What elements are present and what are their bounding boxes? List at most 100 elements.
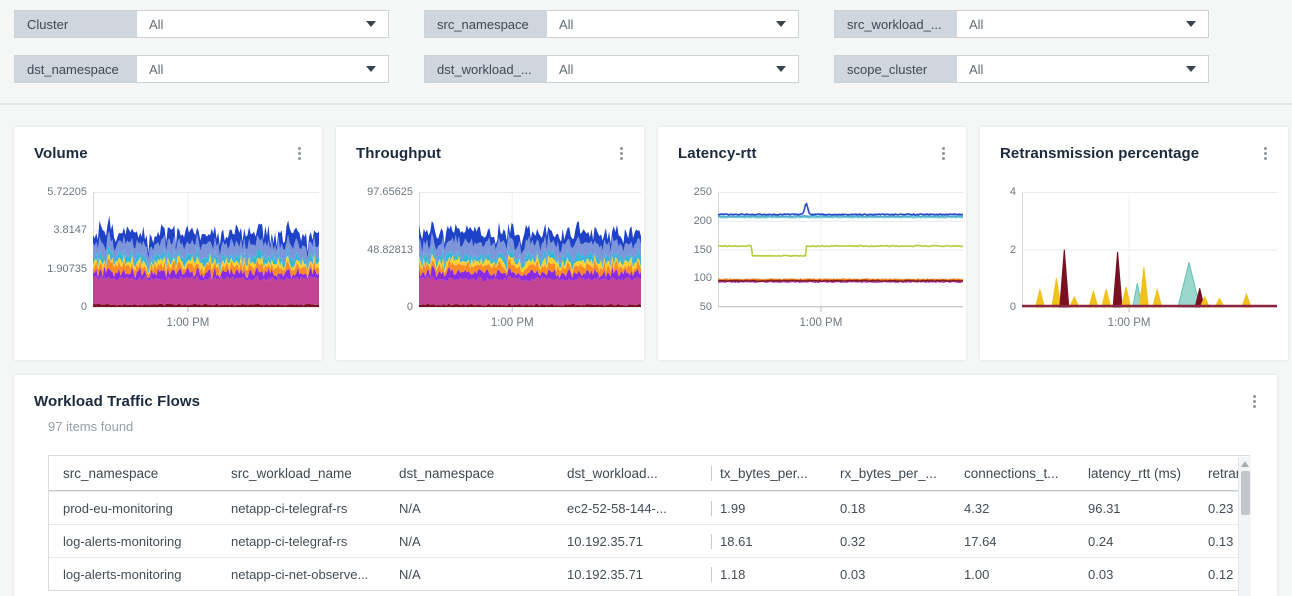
latency-rtt-ytick: 200 [670,215,712,227]
table-vertical-scrollbar[interactable] [1238,457,1251,596]
filter-cluster: Cluster All [14,10,389,38]
table-cell: netapp-ci-telegraf-rs [217,534,385,549]
table-cell: netapp-ci-telegraf-rs [217,501,385,516]
column-header-7[interactable]: latency_rtt (ms) [1080,466,1200,481]
latency-rtt-menu-button[interactable] [934,143,952,163]
column-header-2[interactable]: dst_namespace [385,466,553,481]
table-header-row: src_namespacesrc_workload_namedst_namesp… [49,456,1249,491]
chevron-down-icon [366,66,376,72]
column-header-3[interactable]: dst_workload... [553,466,711,481]
filter-src-namespace: src_namespace All [424,10,799,38]
table-cell: 10.192.35.71 [553,534,711,549]
table-cell: 1.99 [711,501,832,516]
volume-ytick: 3.8147 [26,224,87,236]
table-cell: 0.03 [832,567,956,582]
filter-label-src-workload: src_workload_... [835,11,957,37]
volume-ytick: 5.72205 [26,186,87,198]
filter-selected-value: All [559,17,573,32]
table-cell: 18.61 [711,534,832,549]
throughput-menu-button[interactable] [612,143,630,163]
table-cell: 10.192.35.71 [553,567,711,582]
throughput-panel: Throughput97.6562548.8281301:00 PM [336,127,644,360]
volume-menu-button[interactable] [290,143,308,163]
throughput-ytick: 97.65625 [348,186,413,198]
filter-label-cluster: Cluster [15,11,137,37]
table-row: log-alerts-monitoringnetapp-ci-telegraf-… [49,524,1249,557]
table-cell: log-alerts-monitoring [49,534,217,549]
filter-dropdown-dst-namespace[interactable]: All [137,56,388,82]
retransmission-percentage-plot [1022,192,1277,313]
latency-rtt-xtick: 1:00 PM [799,317,842,329]
latency-rtt-title: Latency-rtt [678,145,757,162]
table-menu-button[interactable] [1245,391,1263,411]
filter-dropdown-scope-cluster[interactable]: All [957,56,1208,82]
table-row: log-alerts-monitoringnetapp-ci-net-obser… [49,557,1249,590]
table-cell: prod-eu-monitoring [49,501,217,516]
workload-traffic-flows-panel: Workload Traffic Flows 97 items found sr… [14,375,1277,596]
column-header-4[interactable]: tx_bytes_per... [711,466,832,481]
column-header-0[interactable]: src_namespace [49,466,217,481]
table-cell: 1.00 [956,567,1080,582]
table-cell: log-alerts-monitoring [49,567,217,582]
scrollbar-up-arrow-icon[interactable] [1241,461,1249,467]
chevron-down-icon [1186,21,1196,27]
retransmission-percentage-ytick: 0 [992,301,1016,313]
table-cell: 0.18 [832,501,956,516]
chevron-down-icon [366,21,376,27]
filter-dst-namespace: dst_namespace All [14,55,389,83]
retransmission-percentage-ytick: 2 [992,244,1016,256]
throughput-title: Throughput [356,145,441,162]
volume-title: Volume [34,145,88,162]
table-body: prod-eu-monitoringnetapp-ci-telegraf-rsN… [49,491,1249,590]
column-header-6[interactable]: connections_t... [956,466,1080,481]
latency-rtt-ytick: 150 [670,244,712,256]
filter-dropdown-src-workload[interactable]: All [957,11,1208,37]
table-cell: N/A [385,567,553,582]
filter-selected-value: All [969,17,983,32]
column-header-1[interactable]: src_workload_name [217,466,385,481]
filter-scope-cluster: scope_cluster All [834,55,1209,83]
table-cell: 1.18 [711,567,832,582]
filter-dropdown-src-namespace[interactable]: All [547,11,798,37]
table-cell: ec2-52-58-144-... [553,501,711,516]
filter-dropdown-dst-workload[interactable]: All [547,56,798,82]
retransmission-percentage-title: Retransmission percentage [1000,145,1199,162]
table-cell: netapp-ci-net-observe... [217,567,385,582]
filter-selected-value: All [149,62,163,77]
table-title: Workload Traffic Flows [34,393,200,410]
table-cell: N/A [385,534,553,549]
volume-xtick: 1:00 PM [166,317,209,329]
table-cell: N/A [385,501,553,516]
retransmission-percentage-menu-button[interactable] [1256,143,1274,163]
column-header-5[interactable]: rx_bytes_per_... [832,466,956,481]
filter-selected-value: All [149,17,163,32]
items-found-label: 97 items found [48,419,133,434]
latency-rtt-ytick: 50 [670,301,712,313]
scrollbar-thumb[interactable] [1241,471,1250,515]
chevron-down-icon [1186,66,1196,72]
latency-rtt-ytick: 250 [670,186,712,198]
volume-ytick: 1.90735 [26,263,87,275]
filter-selected-value: All [559,62,573,77]
latency-rtt-plot [718,192,963,313]
table-cell: 17.64 [956,534,1080,549]
filter-label-scope-cluster: scope_cluster [835,56,957,82]
filter-selected-value: All [969,62,983,77]
retransmission-percentage-xtick: 1:00 PM [1108,317,1151,329]
throughput-ytick: 48.82813 [348,244,413,256]
throughput-plot [419,192,641,313]
chevron-down-icon [776,21,786,27]
retransmission-percentage-panel: Retransmission percentage4201:00 PM [980,127,1288,360]
network-dashboard: Cluster All src_namespace All src_workload_.… [0,0,1292,596]
filter-dropdown-cluster[interactable]: All [137,11,388,37]
volume-panel: Volume5.722053.81471.9073501:00 PM [14,127,322,360]
chevron-down-icon [776,66,786,72]
section-divider [0,103,1292,105]
table-cell: 0.03 [1080,567,1200,582]
filter-dst-workload: dst_workload_...All [424,55,799,83]
filter-label-dst-namespace: dst_namespace [15,56,137,82]
table-cell: 96.31 [1080,501,1200,516]
table-row: prod-eu-monitoringnetapp-ci-telegraf-rsN… [49,491,1249,524]
filter-label-src-namespace: src_namespace [425,11,547,37]
throughput-ytick: 0 [348,301,413,313]
